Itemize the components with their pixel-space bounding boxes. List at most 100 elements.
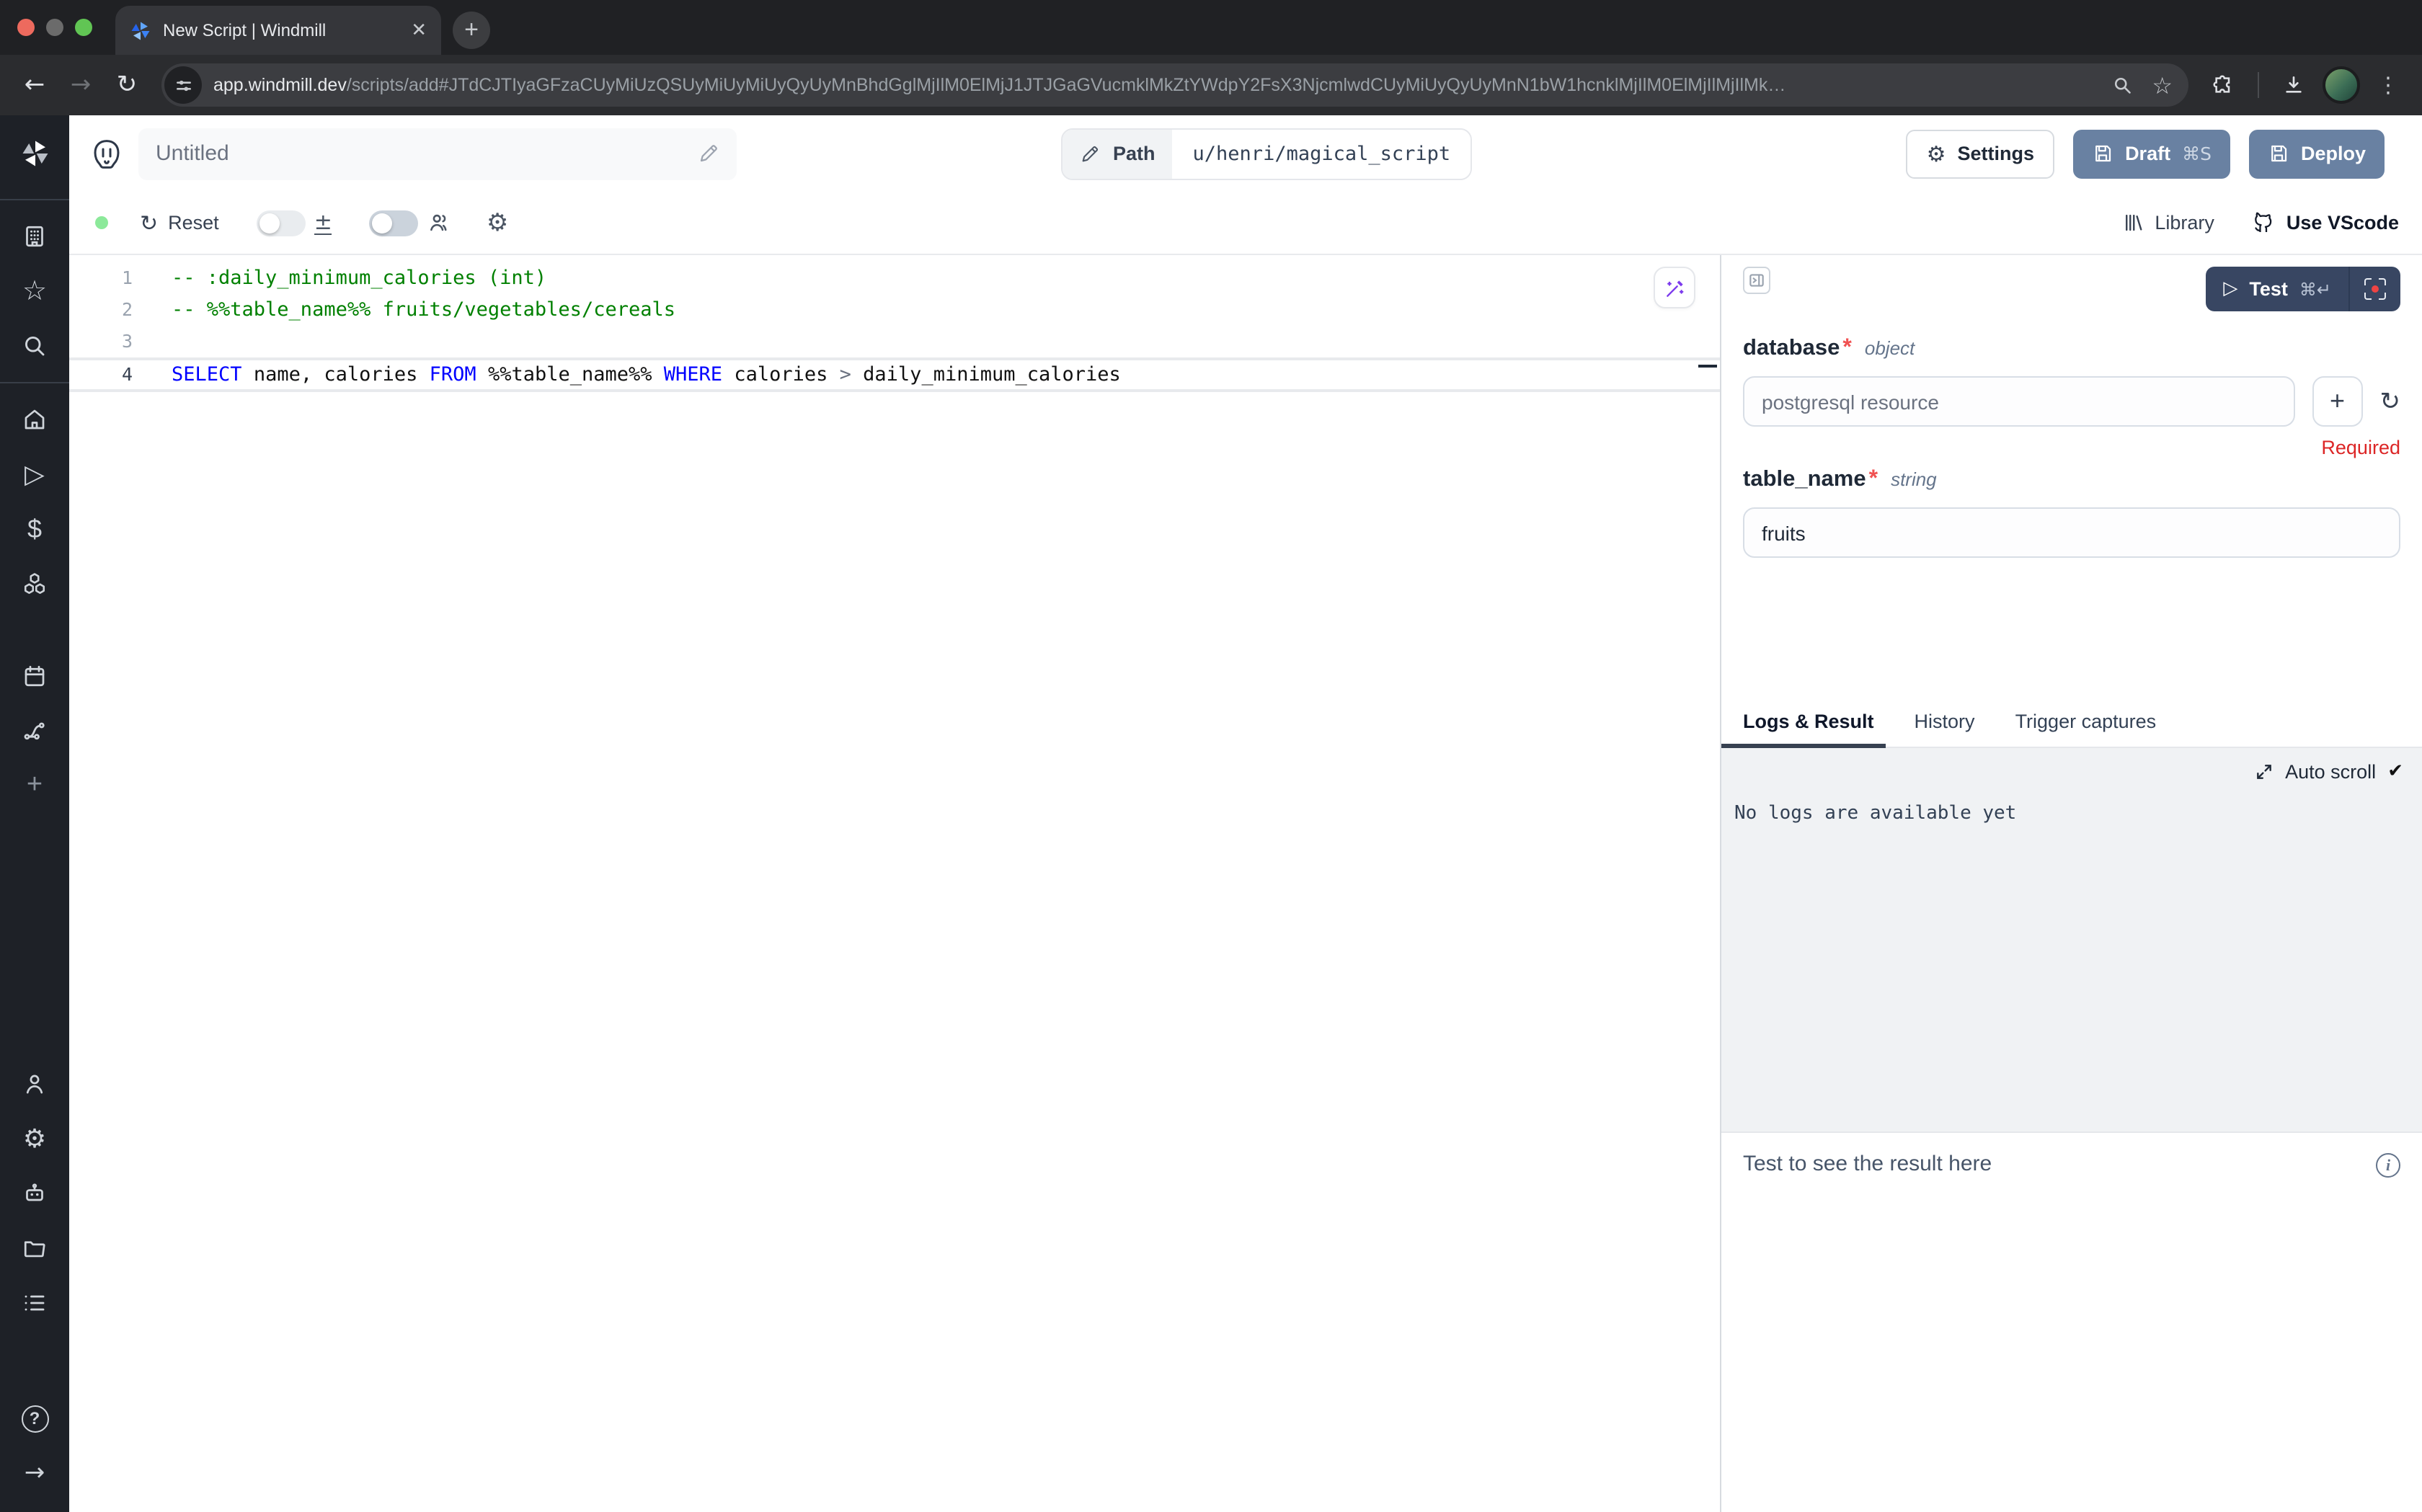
panel-tabs: Logs & Result History Trigger captures xyxy=(1721,711,2422,748)
editor-settings-gear-icon[interactable]: ⚙ xyxy=(487,208,509,237)
sidebar-divider xyxy=(0,199,69,200)
line-content: -- %%table_name%% fruits/vegetables/cere… xyxy=(133,294,1720,326)
diff-toggle[interactable] xyxy=(257,210,306,236)
window-controls xyxy=(17,19,92,36)
tab-trigger-captures[interactable]: Trigger captures xyxy=(2015,711,2157,747)
workspace-icon[interactable] xyxy=(0,209,69,264)
script-summary-input[interactable] xyxy=(156,141,698,166)
routes-icon[interactable] xyxy=(0,703,69,758)
script-summary-field[interactable] xyxy=(138,128,737,179)
browser-menu-icon[interactable]: ⋮ xyxy=(2369,72,2408,98)
url-host: app.windmill.dev xyxy=(213,75,347,95)
schedules-calendar-icon[interactable] xyxy=(0,649,69,703)
forward-button: → xyxy=(61,65,101,105)
profile-avatar[interactable] xyxy=(2323,66,2360,104)
expand-sidebar-arrow-icon[interactable]: → xyxy=(0,1446,69,1500)
home-icon[interactable] xyxy=(0,392,69,447)
folders-icon[interactable] xyxy=(0,1221,69,1276)
favorites-star-icon[interactable]: ☆ xyxy=(0,264,69,319)
site-info-button[interactable] xyxy=(164,66,202,104)
multiplayer-people-icon xyxy=(427,210,452,235)
settings-button[interactable]: ⚙ Settings xyxy=(1907,129,2054,178)
add-item-plus-icon[interactable]: + xyxy=(0,758,69,813)
info-icon[interactable]: i xyxy=(2376,1153,2400,1178)
browser-toolbar: ← → ↻ app.windmill.dev/scripts/add#JTdCJ… xyxy=(0,55,2422,115)
draft-button[interactable]: Draft ⌘S xyxy=(2073,129,2230,178)
bookmark-star-icon[interactable]: ☆ xyxy=(2152,71,2173,99)
multiplayer-toggle-group xyxy=(370,210,452,236)
library-button[interactable]: Library xyxy=(2121,212,2214,234)
code-lines: 1-- :daily_minimum_calories (int)2-- %%t… xyxy=(69,262,1720,392)
audit-logs-list-icon[interactable] xyxy=(0,1276,69,1330)
search-icon[interactable] xyxy=(0,319,69,373)
downloads-icon[interactable] xyxy=(2274,65,2314,105)
refresh-resources-icon[interactable]: ↻ xyxy=(2380,387,2401,416)
code-line[interactable]: 3 xyxy=(69,326,1720,357)
minimize-window-button[interactable] xyxy=(46,19,63,36)
zoom-window-button[interactable] xyxy=(75,19,92,36)
windmill-logo[interactable] xyxy=(0,115,69,190)
run-panel: ▷ Test ⌘↵ database* obje xyxy=(1720,255,2422,1512)
reload-button[interactable]: ↻ xyxy=(107,65,147,105)
tab-history[interactable]: History xyxy=(1915,711,1975,747)
auto-scroll-checkmark[interactable]: ✔ xyxy=(2387,761,2403,783)
deploy-button[interactable]: Deploy xyxy=(2249,129,2385,178)
save-icon xyxy=(2092,143,2113,164)
magic-wand-icon xyxy=(1663,276,1686,299)
library-icon xyxy=(2121,212,2143,234)
collapse-panel-icon[interactable] xyxy=(1743,267,1770,294)
path-label: Path xyxy=(1113,143,1155,164)
overview-ruler-cursor xyxy=(1698,365,1717,368)
zoom-page-icon[interactable] xyxy=(2111,75,2132,95)
ai-assistant-button[interactable] xyxy=(1654,267,1695,308)
variables-dollar-icon[interactable]: $ xyxy=(0,502,69,556)
reset-refresh-icon: ↻ xyxy=(140,210,158,236)
test-button[interactable]: ▷ Test ⌘↵ xyxy=(2206,267,2348,311)
url-text[interactable]: app.windmill.dev/scripts/add#JTdCJTIyaGF… xyxy=(213,75,2101,95)
github-icon xyxy=(2252,211,2275,234)
no-logs-message: No logs are available yet xyxy=(1721,783,2422,824)
workers-robot-icon[interactable] xyxy=(0,1166,69,1221)
close-window-button[interactable] xyxy=(17,19,35,36)
browser-tab[interactable]: New Script | Windmill ✕ xyxy=(115,6,441,55)
back-button[interactable]: ← xyxy=(14,65,55,105)
sidebar-divider xyxy=(0,382,69,383)
tab-close-icon[interactable]: ✕ xyxy=(411,19,427,42)
add-resource-button[interactable]: + xyxy=(2312,376,2363,427)
code-line[interactable]: 2-- %%table_name%% fruits/vegetables/cer… xyxy=(69,294,1720,326)
line-number: 2 xyxy=(69,294,133,326)
code-editor[interactable]: 1-- :daily_minimum_calories (int)2-- %%t… xyxy=(69,255,1720,1512)
tab-logs-result[interactable]: Logs & Result xyxy=(1743,711,1874,747)
settings-gear-icon[interactable]: ⚙ xyxy=(0,1111,69,1166)
result-pane: Test to see the result here i xyxy=(1721,1131,2422,1512)
auto-scroll-control[interactable]: Auto scroll ✔ xyxy=(1721,748,2422,783)
header-actions: ⚙ Settings Draft ⌘S Deploy xyxy=(1907,129,2385,178)
database-resource-input[interactable] xyxy=(1743,376,2295,427)
use-vscode-button[interactable]: Use VScode xyxy=(2252,211,2399,234)
users-person-icon[interactable] xyxy=(0,1057,69,1111)
resources-cubes-icon[interactable] xyxy=(0,556,69,611)
windmill-favicon xyxy=(130,19,151,41)
multiplayer-toggle[interactable] xyxy=(370,210,419,236)
new-tab-button[interactable]: + xyxy=(453,12,490,49)
help-icon[interactable]: ? xyxy=(0,1391,69,1446)
script-path-chip[interactable]: Path u/henri/magical_script xyxy=(1061,128,1472,179)
status-dot xyxy=(95,216,108,229)
table-name-input[interactable] xyxy=(1743,507,2400,558)
code-line[interactable]: 4SELECT name, calories FROM %%table_name… xyxy=(69,357,1720,392)
table-name-field-label: table_name* string xyxy=(1743,467,2400,493)
arguments-section: ▷ Test ⌘↵ database* obje xyxy=(1721,255,2422,711)
code-line[interactable]: 1-- :daily_minimum_calories (int) xyxy=(69,262,1720,294)
field-type: string xyxy=(1891,468,1937,490)
capture-test-button[interactable] xyxy=(2348,267,2400,311)
extensions-icon[interactable] xyxy=(2203,65,2243,105)
runs-play-icon[interactable]: ▷ xyxy=(0,447,69,502)
line-number: 1 xyxy=(69,262,133,294)
line-content: -- :daily_minimum_calories (int) xyxy=(133,262,1720,294)
address-bar[interactable]: app.windmill.dev/scripts/add#JTdCJTIyaGF… xyxy=(161,63,2188,107)
capture-icon xyxy=(2364,278,2386,300)
reset-button[interactable]: ↻ Reset xyxy=(140,210,219,236)
line-number: 4 xyxy=(69,359,133,391)
draft-shortcut: ⌘S xyxy=(2182,143,2212,164)
database-field-row: + ↻ xyxy=(1743,376,2400,427)
